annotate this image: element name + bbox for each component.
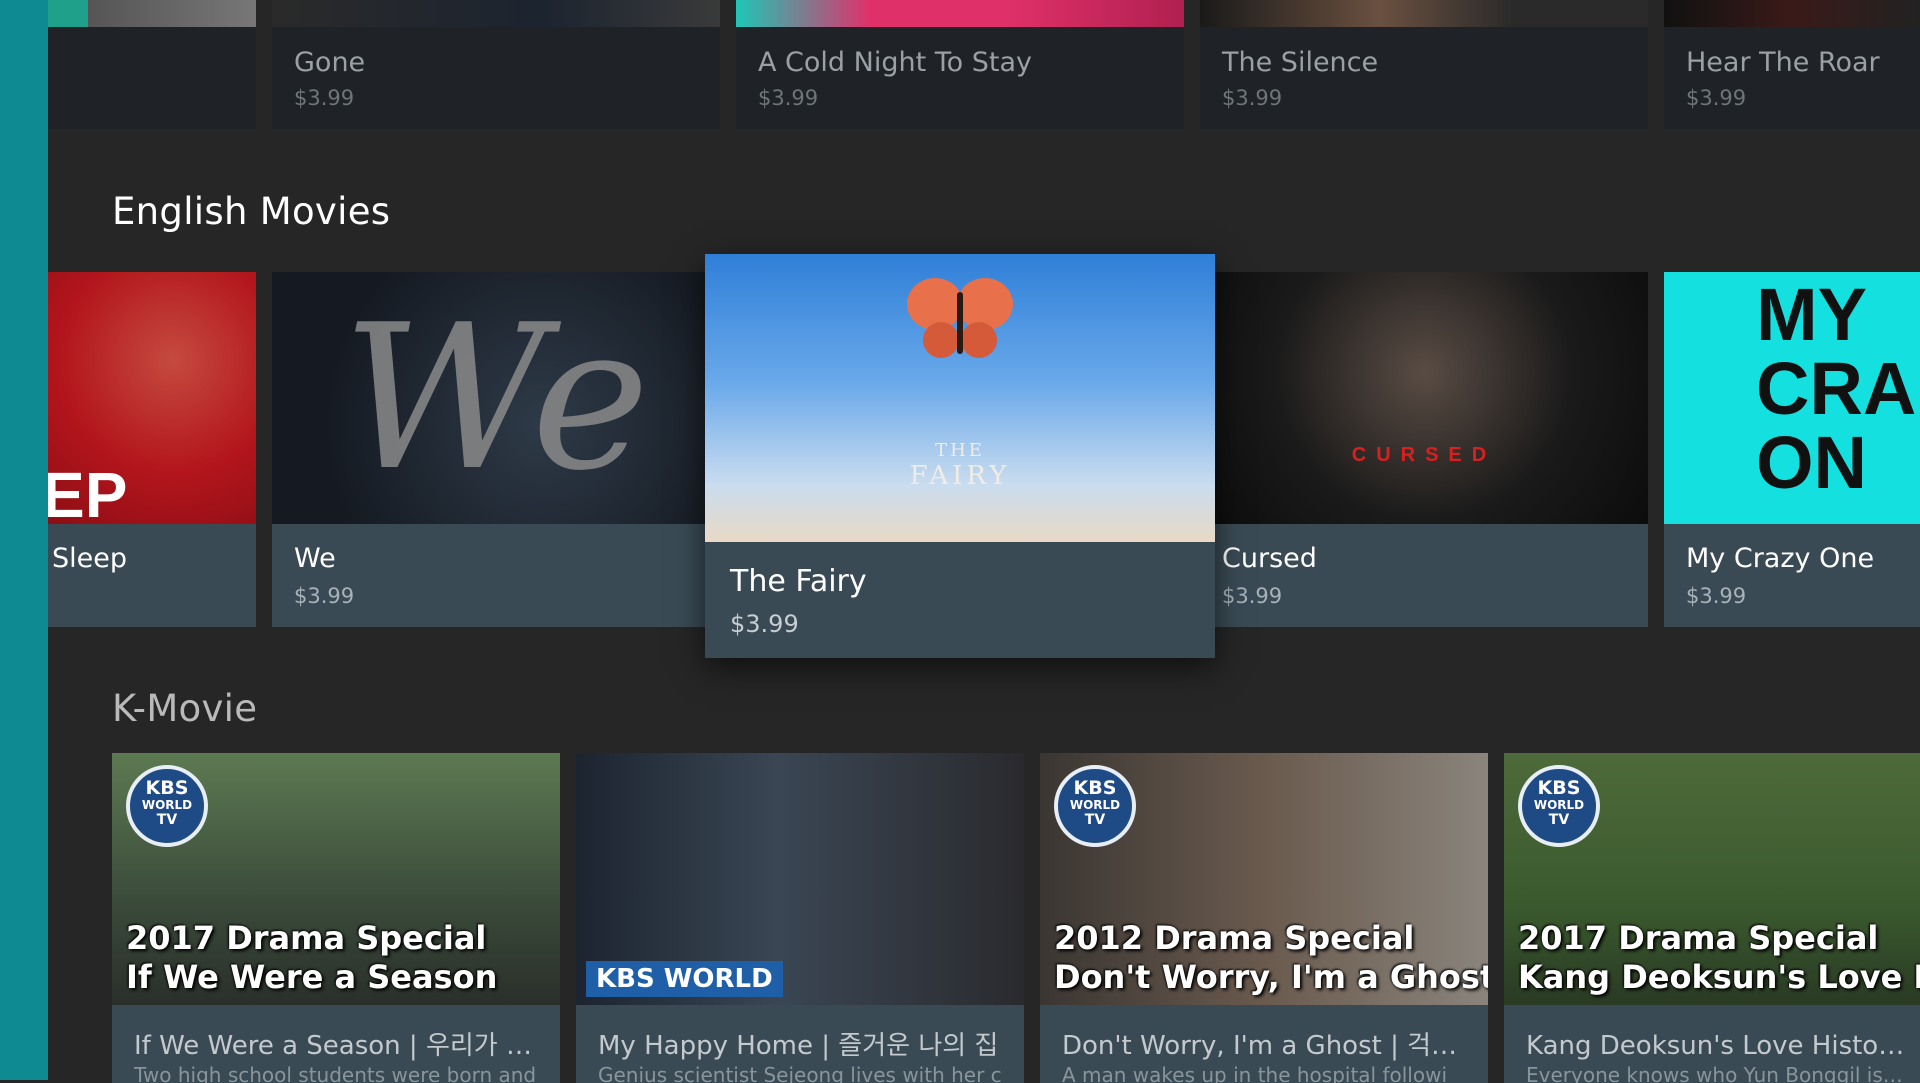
movie-poster: MY CRA ON bbox=[1664, 272, 1920, 524]
movie-title: A Cold Night To Stay bbox=[758, 47, 1033, 78]
kbs-world-logo: KBS WORLD bbox=[586, 961, 783, 997]
movie-price: $3.99 bbox=[1222, 86, 1283, 110]
movie-poster bbox=[48, 0, 256, 27]
movie-card[interactable]: We We $3.99 bbox=[272, 272, 720, 627]
movie-card[interactable]: MY CRA ON My Crazy One $3.99 bbox=[1664, 272, 1920, 627]
drama-title: Kang Deoksun's Love History | 강덕순 애정 변천사 bbox=[1526, 1031, 1906, 1061]
caption-line: 2017 Drama Special bbox=[126, 919, 487, 957]
drama-description: A man wakes up in the hospital followi bbox=[1062, 1063, 1448, 1083]
poster-text-large: FAIRY bbox=[909, 461, 1011, 491]
movie-card[interactable]: The Silence $3.99 bbox=[1200, 0, 1648, 129]
kbs-world-tv-logo: KBS WORLD TV bbox=[1518, 765, 1600, 847]
row-title-k-movie: K-Movie bbox=[112, 687, 258, 730]
caption-line: 2017 Drama Special bbox=[1518, 919, 1879, 957]
movie-title: My Crazy One bbox=[1686, 543, 1875, 574]
drama-title: My Happy Home | 즐거운 나의 집 bbox=[598, 1031, 999, 1061]
logo-text: WORLD bbox=[1069, 798, 1121, 812]
drama-title: If We Were a Season | 우리가 계절이 바뀌는 이유 bbox=[134, 1031, 544, 1061]
movie-title: The Silence bbox=[1222, 47, 1379, 78]
thumbnail-caption: 2017 Drama Special If We Were a Season bbox=[126, 919, 497, 997]
poster-text: CURSED bbox=[1351, 444, 1497, 466]
drama-thumbnail: KBS WORLD TV 2017 Drama Special Kang Deo… bbox=[1504, 753, 1920, 1005]
movie-price: $3.99 bbox=[1686, 86, 1747, 110]
movie-poster bbox=[1200, 0, 1648, 27]
caption-line: Kang Deoksun's Love History bbox=[1518, 958, 1920, 996]
logo-text: WORLD bbox=[1533, 798, 1585, 812]
movie-poster bbox=[736, 0, 1184, 27]
poster-text-small: THE bbox=[935, 440, 985, 461]
kbs-world-tv-logo: KBS WORLD TV bbox=[126, 765, 208, 847]
movie-poster: CURSED bbox=[1200, 272, 1648, 524]
movie-title: Gone bbox=[294, 47, 366, 78]
movie-title: Sleep bbox=[52, 543, 128, 574]
movie-card[interactable] bbox=[48, 0, 256, 129]
movie-card[interactable]: CURSED Cursed $3.99 bbox=[1200, 272, 1648, 627]
logo-text: WORLD bbox=[141, 798, 193, 812]
drama-thumbnail: KBS WORLD bbox=[576, 753, 1024, 1005]
movie-price: $3.99 bbox=[758, 86, 819, 110]
drama-card[interactable]: KBS WORLD TV 2017 Drama Special If We We… bbox=[112, 753, 560, 1083]
movie-poster: EP bbox=[48, 272, 256, 524]
thumbnail-caption: 2017 Drama Special Kang Deoksun's Love H… bbox=[1518, 919, 1920, 997]
caption-line: If We Were a Season bbox=[126, 958, 498, 996]
row-title-english-movies: English Movies bbox=[112, 190, 391, 233]
movie-poster bbox=[1664, 0, 1920, 27]
drama-card[interactable]: KBS WORLD TV 2012 Drama Special Don't Wo… bbox=[1040, 753, 1488, 1083]
drama-description: Everyone knows who Yun Bonggil is but bbox=[1526, 1063, 1906, 1083]
logo-text: KBS bbox=[145, 777, 189, 799]
drama-thumbnail: KBS WORLD TV 2017 Drama Special If We We… bbox=[112, 753, 560, 1005]
movie-price: $3.99 bbox=[1686, 584, 1747, 608]
poster-text: MY CRA ON bbox=[1756, 273, 1914, 504]
side-nav-rail[interactable] bbox=[0, 0, 48, 1080]
caption-line: Don't Worry, I'm a Ghost bbox=[1054, 958, 1488, 996]
movie-card[interactable]: EP Sleep bbox=[48, 272, 256, 627]
logo-text: TV bbox=[1548, 812, 1570, 828]
movie-title: We bbox=[294, 543, 336, 574]
thumbnail-caption: 2012 Drama Special Don't Worry, I'm a Gh… bbox=[1054, 919, 1488, 997]
logo-text: KBS bbox=[1537, 777, 1581, 799]
movie-card-focused[interactable]: THE FAIRY The Fairy $3.99 bbox=[705, 254, 1215, 658]
caption-line: 2012 Drama Special bbox=[1054, 919, 1415, 957]
logo-text: TV bbox=[156, 812, 178, 828]
drama-card[interactable]: KBS WORLD TV 2017 Drama Special Kang Deo… bbox=[1504, 753, 1920, 1083]
movie-price: $3.99 bbox=[294, 86, 355, 110]
movie-price: $3.99 bbox=[294, 584, 355, 608]
movie-title: Hear The Roar bbox=[1686, 47, 1880, 78]
drama-description: Two high school students were born and bbox=[134, 1063, 537, 1083]
poster-text: EP bbox=[48, 459, 128, 524]
logo-text: TV bbox=[1084, 812, 1106, 828]
movie-card[interactable]: Hear The Roar $3.99 bbox=[1664, 0, 1920, 129]
poster-text: We bbox=[342, 282, 650, 515]
movie-title: Cursed bbox=[1222, 543, 1317, 574]
movie-poster: THE FAIRY bbox=[705, 254, 1215, 542]
movie-title: The Fairy bbox=[730, 564, 867, 599]
kbs-world-tv-logo: KBS WORLD TV bbox=[1054, 765, 1136, 847]
drama-description: Genius scientist Sejeong lives with her … bbox=[598, 1063, 1002, 1083]
drama-card[interactable]: KBS WORLD My Happy Home | 즐거운 나의 집 Geniu… bbox=[576, 753, 1024, 1083]
movie-card[interactable]: A Cold Night To Stay $3.99 bbox=[736, 0, 1184, 129]
logo-text: KBS bbox=[1073, 777, 1117, 799]
drama-title: Don't Worry, I'm a Ghost | 걱정마세요 귀신입니다 bbox=[1062, 1031, 1472, 1061]
butterfly-icon bbox=[905, 274, 1015, 364]
movie-poster bbox=[272, 0, 720, 27]
movie-card[interactable]: Gone $3.99 bbox=[272, 0, 720, 129]
movie-price: $3.99 bbox=[1222, 584, 1283, 608]
drama-thumbnail: KBS WORLD TV 2012 Drama Special Don't Wo… bbox=[1040, 753, 1488, 1005]
movie-poster: We bbox=[272, 272, 720, 524]
movie-price: $3.99 bbox=[730, 610, 799, 638]
